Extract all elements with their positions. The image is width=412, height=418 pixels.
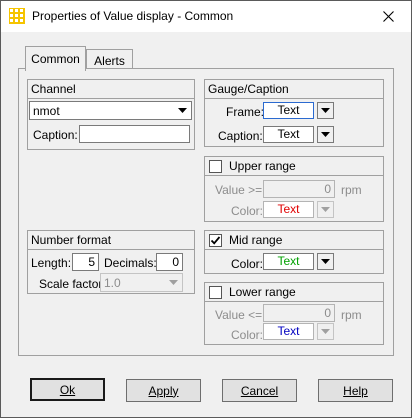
upper-range-checkbox[interactable] <box>209 160 222 173</box>
help-button-label: Help <box>343 383 368 398</box>
ok-button-label: Ok <box>59 382 76 397</box>
lower-unit-label: rpm <box>341 308 362 322</box>
mid-color-box[interactable]: Text <box>263 253 314 270</box>
chevron-down-icon <box>321 207 330 212</box>
lower-color-box[interactable]: Text <box>263 323 314 340</box>
gauge-caption-header: Gauge/Caption <box>205 80 383 99</box>
mid-color-dropdown[interactable] <box>317 253 334 270</box>
upper-range-header: Upper range <box>205 157 383 176</box>
window-title: Properties of Value display - Common <box>32 9 234 23</box>
lower-range-checkbox[interactable] <box>209 286 222 299</box>
scale-factor-select[interactable]: 1.0 <box>100 273 183 292</box>
frame-color-box[interactable]: Text <box>263 102 314 119</box>
scale-factor-label: Scale factor <box>39 277 103 291</box>
lower-range-header: Lower range <box>205 283 383 302</box>
app-grid-icon <box>9 8 25 24</box>
upper-unit-label: rpm <box>341 183 362 197</box>
chevron-down-icon <box>174 102 191 119</box>
upper-color-dropdown[interactable] <box>317 201 334 218</box>
length-input[interactable]: 5 <box>72 253 99 271</box>
tab-common-label: Common <box>31 52 80 66</box>
lower-value-label: Value <= <box>215 308 263 322</box>
chevron-down-icon <box>165 274 182 291</box>
length-label: Length: <box>31 256 72 270</box>
dialog-window: Properties of Value display - Common Com… <box>0 0 412 418</box>
mid-color-label: Color: <box>231 257 264 271</box>
help-button[interactable]: Help <box>318 379 393 402</box>
upper-color-box[interactable]: Text <box>263 201 314 218</box>
lower-value-input[interactable]: 0 <box>263 304 335 322</box>
mid-range-header: Mid range <box>205 231 383 250</box>
number-format-header: Number format <box>28 231 194 250</box>
upper-color-label: Color: <box>231 204 264 218</box>
cancel-button-label: Cancel <box>240 383 279 398</box>
channel-caption-label: Caption: <box>33 128 78 142</box>
chevron-down-icon <box>321 259 330 264</box>
gauge-caption-label: Caption: <box>218 129 263 143</box>
cancel-button[interactable]: Cancel <box>222 379 297 402</box>
upper-value-label: Value >= <box>215 183 263 197</box>
chevron-down-icon <box>321 329 330 334</box>
channel-group-header: Channel <box>28 80 194 99</box>
chevron-down-icon <box>321 108 330 113</box>
mid-range-checkbox[interactable] <box>209 234 222 247</box>
close-icon <box>383 11 394 22</box>
apply-button[interactable]: Apply <box>126 379 201 402</box>
channel-caption-input[interactable] <box>79 125 190 143</box>
chevron-down-icon <box>321 132 330 137</box>
tab-common[interactable]: Common <box>25 46 86 71</box>
upper-value-input[interactable]: 0 <box>263 180 335 198</box>
lower-color-label: Color: <box>231 328 264 342</box>
decimals-input[interactable]: 0 <box>156 253 183 271</box>
lower-color-dropdown[interactable] <box>317 323 334 340</box>
caption-color-box[interactable]: Text <box>263 126 314 143</box>
apply-button-label: Apply <box>148 383 179 398</box>
close-button[interactable] <box>366 1 411 32</box>
title-bar: Properties of Value display - Common <box>1 1 411 32</box>
decimals-label: Decimals: <box>104 256 157 270</box>
scale-factor-value: 1.0 <box>104 276 121 290</box>
frame-color-dropdown[interactable] <box>317 102 334 119</box>
frame-label: Frame: <box>226 105 265 119</box>
tab-alerts-label: Alerts <box>94 53 125 68</box>
checkmark-icon <box>210 236 221 245</box>
ok-button[interactable]: Ok <box>30 378 105 401</box>
channel-select[interactable]: nmot <box>29 101 192 120</box>
channel-select-value: nmot <box>33 104 60 118</box>
caption-color-dropdown[interactable] <box>317 126 334 143</box>
